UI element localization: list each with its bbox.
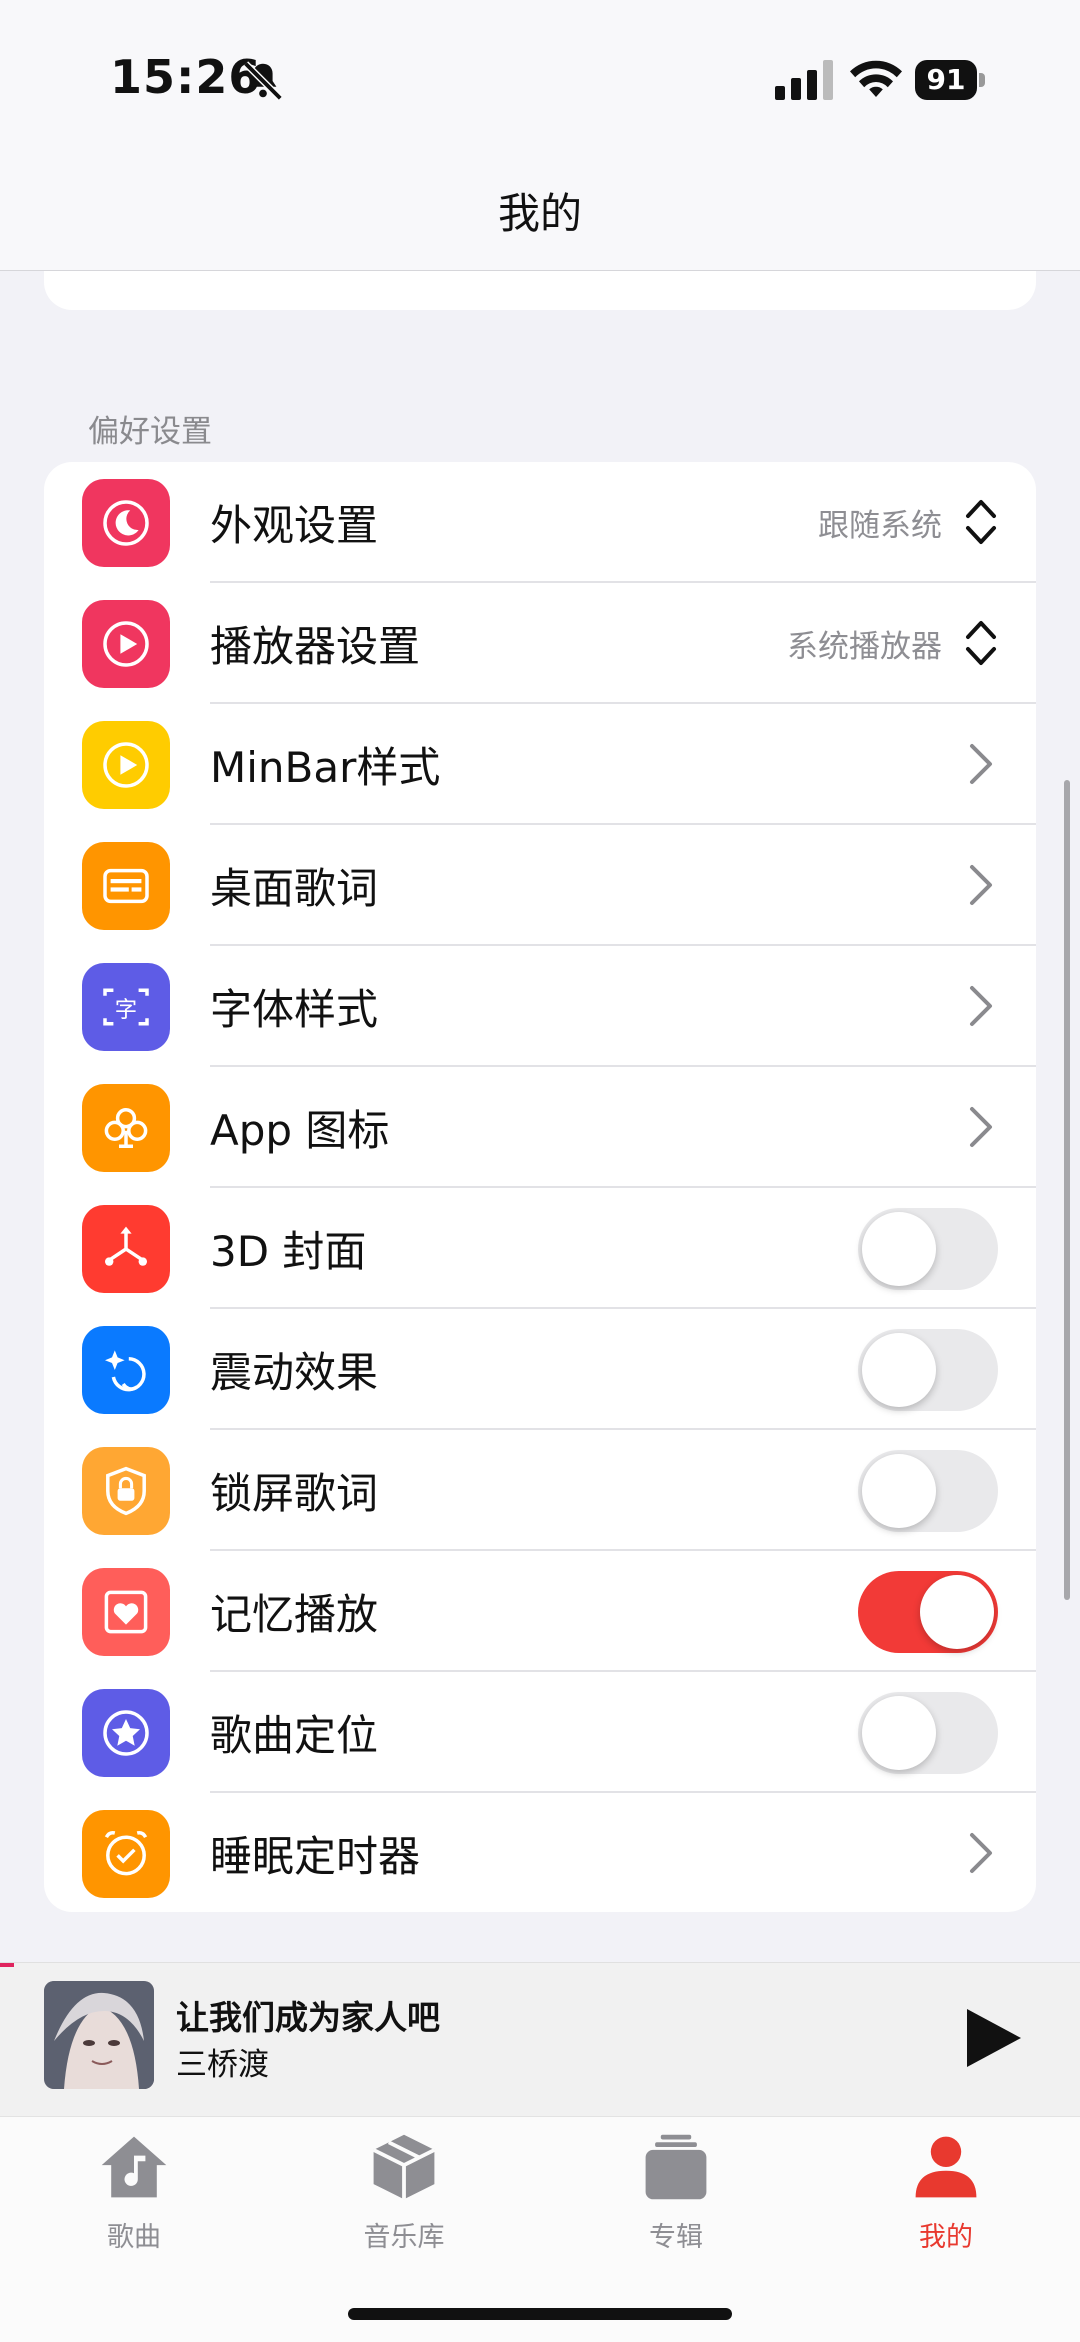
album-cover [44, 1981, 154, 2089]
settings-row-label: 记忆播放 [210, 1590, 379, 1639]
box-icon [372, 2134, 436, 2200]
page-title: 我的 [497, 189, 582, 238]
star-icon [82, 1689, 170, 1777]
settings-row[interactable]: 字 字体样式 [44, 946, 1036, 1067]
settings-row-label: 锁屏歌词 [210, 1469, 379, 1518]
settings-row[interactable]: 3D 封面 [44, 1188, 1036, 1309]
settings-row[interactable]: 歌曲定位 [44, 1672, 1036, 1793]
person-icon [915, 2136, 977, 2198]
home-indicator [348, 2308, 732, 2320]
toggle-knob [862, 1212, 936, 1286]
toggle-knob [862, 1333, 936, 1407]
home-music-icon [101, 2136, 167, 2198]
sparkle-icon [82, 1326, 170, 1414]
settings-row-label: 桌面歌词 [210, 864, 379, 913]
settings-row[interactable]: 桌面歌词 [44, 825, 1036, 946]
chevron-right-icon [970, 865, 992, 905]
settings-card: 外观设置 跟随系统播放器设置 系统播放器 MinBar样式 桌面歌词字 字体样式 App 图… [44, 462, 1036, 1912]
section-title: 偏好设置 [88, 414, 212, 450]
playback-progress [0, 1963, 14, 1967]
chevron-right-icon [970, 744, 992, 784]
bell-slash-icon [243, 61, 283, 101]
top-bar: 15:26 91 我的 [0, 0, 1080, 271]
tab-label: 歌曲 [107, 2222, 161, 2253]
settings-row[interactable]: 睡眠定时器 [44, 1793, 1036, 1912]
mini-player[interactable]: 让我们成为家人吧 三桥渡 [0, 1962, 1080, 2117]
lock-shield-icon [82, 1447, 170, 1535]
settings-row-label: 外观设置 [210, 501, 379, 550]
chevron-right-icon [970, 986, 992, 1026]
settings-row-label: 震动效果 [210, 1348, 379, 1397]
play-icon[interactable] [965, 2007, 1023, 2069]
chevron-right-icon [970, 1833, 992, 1873]
play-circle-icon [82, 600, 170, 688]
settings-row-value: 跟随系统 [818, 508, 942, 544]
settings-row-label: App 图标 [210, 1106, 390, 1155]
toggle-switch[interactable] [858, 1208, 998, 1290]
tab-albums[interactable]: 专辑 [576, 2129, 776, 2269]
tab-library[interactable]: 音乐库 [304, 2129, 504, 2269]
card-icon [82, 842, 170, 930]
chevron-up-down-icon[interactable] [964, 494, 998, 550]
toggle-switch[interactable] [858, 1692, 998, 1774]
chevron-up-down-icon[interactable] [964, 615, 998, 671]
toggle-knob [862, 1696, 936, 1770]
tab-label: 音乐库 [363, 2222, 445, 2253]
cellular-signal-icon [775, 60, 833, 100]
settings-row-label: MinBar样式 [210, 743, 441, 792]
tab-label: 我的 [919, 2222, 973, 2253]
scrollbar[interactable] [1064, 780, 1070, 1600]
chevron-right-icon [970, 1107, 992, 1147]
settings-row[interactable]: 震动效果 [44, 1309, 1036, 1430]
font-icon: 字 [82, 963, 170, 1051]
settings-row-label: 播放器设置 [210, 622, 421, 671]
toggle-switch[interactable] [858, 1571, 998, 1653]
svg-text:字: 字 [115, 997, 137, 1023]
album-stack-icon [645, 2134, 707, 2200]
play-circle-icon [82, 721, 170, 809]
settings-row-label: 3D 封面 [210, 1227, 367, 1276]
wifi-icon [850, 60, 902, 97]
status-time: 15:26 [110, 50, 262, 104]
toggle-knob [862, 1454, 936, 1528]
tab-mine[interactable]: 我的 [846, 2129, 1046, 2269]
toggle-knob [920, 1575, 994, 1649]
club-icon [82, 1084, 170, 1172]
settings-row-label: 歌曲定位 [210, 1711, 379, 1760]
toggle-switch[interactable] [858, 1329, 998, 1411]
3d-icon [82, 1205, 170, 1293]
tab-songs[interactable]: 歌曲 [34, 2129, 234, 2269]
now-playing-artist: 三桥渡 [176, 2047, 269, 2083]
moon-icon [82, 479, 170, 567]
settings-row[interactable]: MinBar样式 [44, 704, 1036, 825]
settings-row[interactable]: 记忆播放 [44, 1551, 1036, 1672]
settings-row[interactable]: App 图标 [44, 1067, 1036, 1188]
now-playing-title: 让我们成为家人吧 [176, 1998, 440, 2037]
heart-icon [82, 1568, 170, 1656]
settings-row[interactable]: 播放器设置 系统播放器 [44, 583, 1036, 704]
settings-row-label: 字体样式 [210, 985, 379, 1034]
settings-row-value: 系统播放器 [787, 629, 942, 665]
settings-row-label: 睡眠定时器 [210, 1832, 421, 1881]
battery-level: 91 [915, 60, 977, 100]
settings-row[interactable]: 外观设置 跟随系统 [44, 462, 1036, 583]
timer-icon [82, 1810, 170, 1898]
toggle-switch[interactable] [858, 1450, 998, 1532]
settings-row[interactable]: 锁屏歌词 [44, 1430, 1036, 1551]
battery-indicator: 91 [915, 60, 985, 100]
tab-label: 专辑 [649, 2222, 703, 2253]
